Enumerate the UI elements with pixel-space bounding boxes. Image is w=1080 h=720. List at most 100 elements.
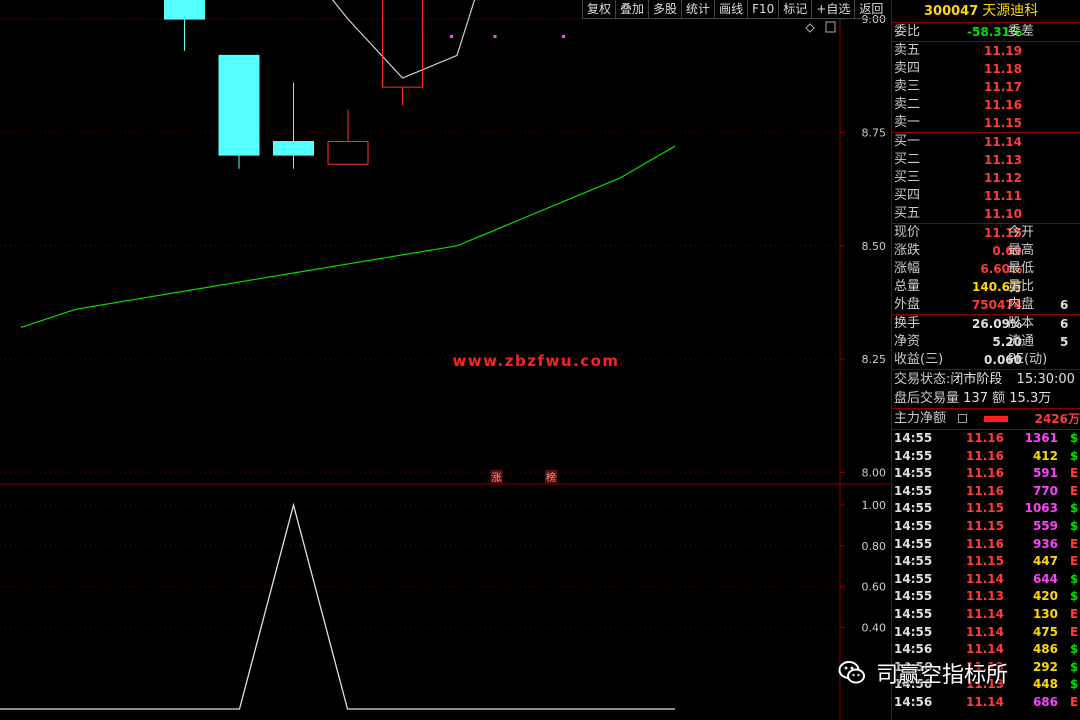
price-tick-label: 8.25 [862, 353, 887, 366]
quote-value-2: 5 [1060, 335, 1069, 349]
trade-row[interactable]: 14:55 11.14 130 E [892, 606, 1080, 624]
f10-button[interactable]: F10 [747, 0, 779, 19]
price-tick-label: 8.50 [862, 240, 887, 253]
trade-row[interactable]: 14:55 11.14 475 E [892, 624, 1080, 642]
level-price: 11.12 [984, 171, 1022, 185]
trade-row[interactable]: 14:55 11.15 447 E [892, 553, 1080, 571]
quote-panel: 300047 天源迪科 委比 -58.31% 委差 卖五 11.19 卖四 11.18 卖… [891, 0, 1080, 720]
level-label: 买五 [894, 206, 921, 221]
quote-label: 涨跌 [894, 243, 921, 258]
candle [273, 82, 314, 169]
fanhui-button[interactable]: 返回 [854, 0, 888, 19]
trade-direction: $ [1070, 501, 1079, 516]
trade-volume: 292 [1032, 659, 1058, 674]
trade-price: 11.14 [966, 571, 1004, 586]
quote-block-1: 现价 11.15 今开 涨跌 0.69 最高 涨幅 6.60% 最低 总量 140.6万 量比 外盘 75… [892, 224, 1080, 314]
trade-row[interactable]: 14:55 11.15 1063 $ [892, 500, 1080, 518]
trade-time: 14:55 [894, 536, 933, 551]
duogu-button[interactable]: 多股 [648, 0, 682, 19]
bid-row[interactable]: 买一 11.14 [892, 133, 1080, 151]
level-price: 11.19 [984, 44, 1022, 58]
level-price: 11.10 [984, 207, 1022, 221]
trade-row[interactable]: 14:55 11.16 412 $ [892, 448, 1080, 466]
trade-state-value: 闭市阶段 [950, 372, 1003, 387]
level-price: 11.13 [984, 153, 1022, 167]
trade-volume: 644 [1032, 571, 1058, 586]
trade-direction: E [1070, 554, 1079, 569]
level-label: 买三 [894, 170, 921, 185]
trade-price: 11.14 [966, 694, 1004, 709]
indicator-tick-label: 0.40 [862, 621, 887, 634]
trade-row[interactable]: 14:55 11.16 936 E [892, 536, 1080, 554]
quote-label: 涨幅 [894, 261, 921, 276]
weicha-label: 委差 [1008, 24, 1035, 39]
trade-direction: $ [1070, 642, 1079, 657]
trade-price: 11.16 [966, 448, 1004, 463]
trade-time: 14:55 [894, 571, 933, 586]
trade-direction: $ [1070, 571, 1079, 586]
trade-time: 14:56 [894, 694, 933, 709]
ma-white-line [331, 0, 476, 79]
trade-row[interactable]: 14:55 11.15 559 $ [892, 518, 1080, 536]
quote-label-2: PE(动) [1008, 352, 1048, 367]
checkbox-icon[interactable] [958, 414, 967, 423]
trade-row[interactable]: 14:55 11.13 420 $ [892, 588, 1080, 606]
tongji-button[interactable]: 统计 [681, 0, 715, 19]
level-label: 买二 [894, 152, 921, 167]
indicator-tick-label: 0.60 [862, 581, 887, 594]
quote-label-2: 内盘 [1008, 297, 1035, 312]
trade-row[interactable]: 14:55 11.16 1361 $ [892, 430, 1080, 448]
quote-row: 外盘 750474 内盘 6 [892, 296, 1080, 314]
main-force-row[interactable]: 主力净额 2426万 [892, 409, 1080, 430]
biaoji-button[interactable]: 标记 [778, 0, 812, 19]
ask-row[interactable]: 卖一 11.15 [892, 114, 1080, 132]
ask-row[interactable]: 卖三 11.17 [892, 78, 1080, 96]
fuquan-button[interactable]: 复权 [582, 0, 616, 19]
candle-body [327, 141, 369, 165]
candle [164, 0, 205, 51]
bid-row[interactable]: 买五 11.10 [892, 205, 1080, 223]
level-price: 11.16 [984, 98, 1022, 112]
trade-time: 14:55 [894, 589, 933, 604]
bid-row[interactable]: 买三 11.12 [892, 169, 1080, 187]
candle [327, 109, 369, 165]
trade-price: 11.13 [966, 589, 1004, 604]
trade-price: 11.15 [966, 554, 1004, 569]
trade-row[interactable]: 14:56 11.14 686 E [892, 694, 1080, 712]
trade-volume: 412 [1032, 448, 1058, 463]
trade-direction: $ [1070, 518, 1079, 533]
trade-direction: E [1070, 466, 1079, 481]
level-label: 买一 [894, 134, 921, 149]
bid-row[interactable]: 买四 11.11 [892, 187, 1080, 205]
ask-row[interactable]: 卖四 11.18 [892, 60, 1080, 78]
trade-volume: 447 [1032, 554, 1058, 569]
trade-direction: E [1070, 624, 1079, 639]
after-hours-volume: 137 [963, 391, 988, 406]
trade-row[interactable]: 14:55 11.14 644 $ [892, 571, 1080, 589]
bid-row[interactable]: 买二 11.13 [892, 151, 1080, 169]
trade-time: 14:55 [894, 624, 933, 639]
trade-time: 14:55 [894, 431, 933, 445]
level-label: 卖三 [894, 79, 921, 94]
trade-direction: $ [1070, 431, 1079, 445]
trade-row[interactable]: 14:55 11.16 770 E [892, 483, 1080, 501]
stock-name: 天源迪科 [982, 3, 1039, 19]
quote-label: 收益(三) [894, 352, 944, 367]
zixuan-button[interactable]: +自选 [811, 0, 855, 19]
trade-row[interactable]: 14:55 11.16 591 E [892, 465, 1080, 483]
marker-label: 涨 [492, 472, 502, 484]
ask-row[interactable]: 卖五 11.19 [892, 42, 1080, 60]
ask-book: 卖五 11.19 卖四 11.18 卖三 11.17 卖二 11.16 卖一 11.15 [892, 42, 1080, 132]
toolbar: 复权 叠加 多股 统计 画线 F10 标记 +自选 返回 [582, 0, 890, 19]
candle-body [164, 0, 205, 20]
level-price: 11.11 [984, 189, 1022, 203]
level-label: 卖二 [894, 97, 921, 112]
trade-price: 11.16 [966, 466, 1004, 481]
huaxian-button[interactable]: 画线 [714, 0, 748, 19]
weibi-row: 委比 -58.31% 委差 [892, 23, 1080, 41]
kline-chart[interactable]: 8.008.258.508.759.009.259.509.7510.0010.… [0, 0, 891, 720]
ask-row[interactable]: 卖二 11.16 [892, 96, 1080, 114]
signal-dot [493, 35, 497, 38]
weibi-label: 委比 [894, 24, 921, 39]
diejia-button[interactable]: 叠加 [615, 0, 649, 19]
